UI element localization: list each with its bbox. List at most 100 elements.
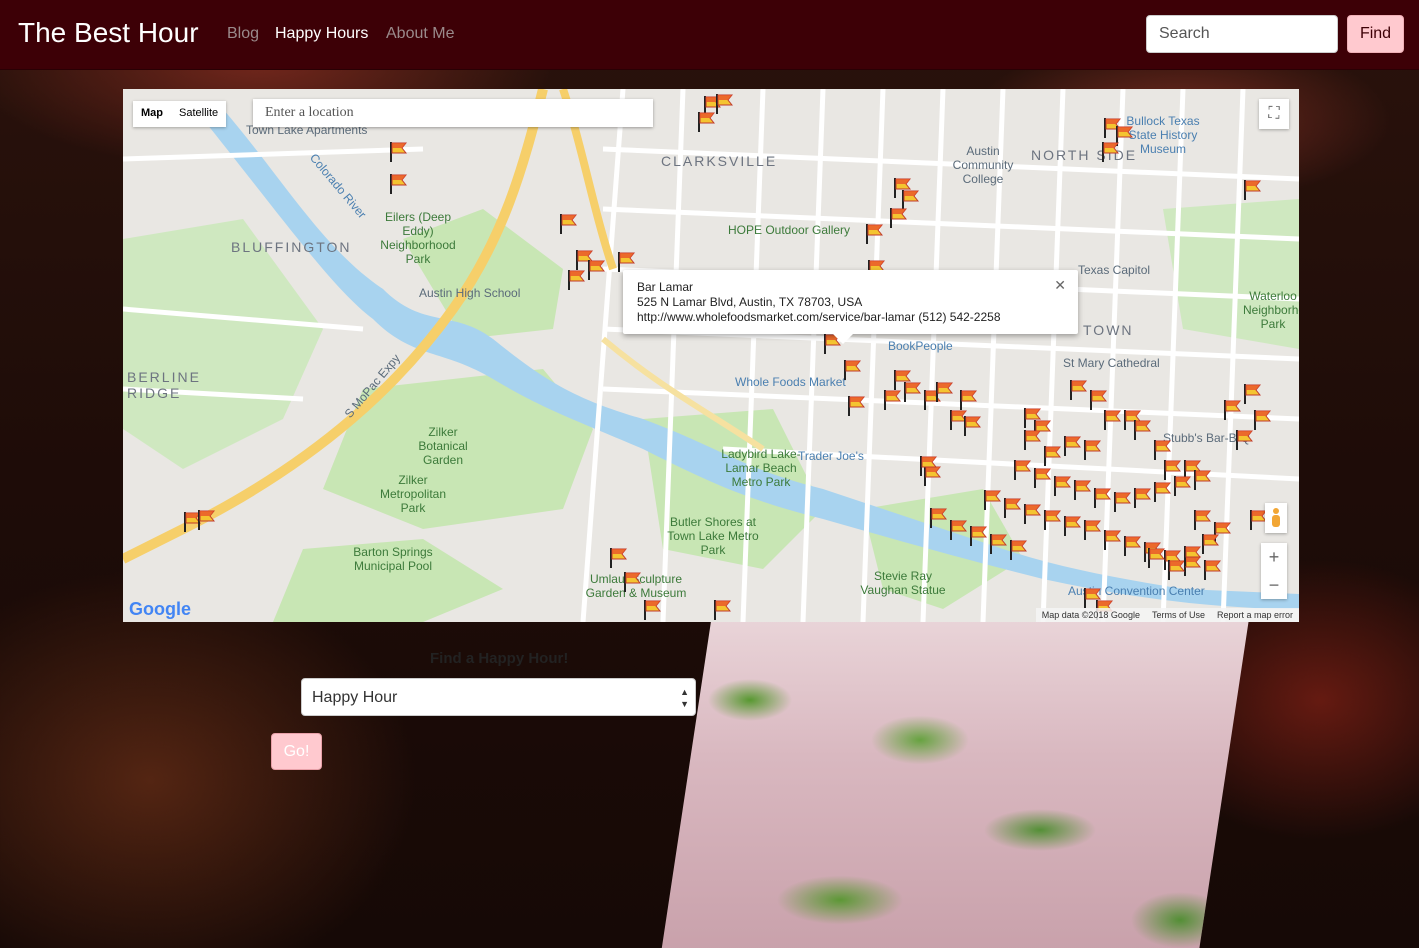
flag-icon[interactable] [623, 571, 642, 593]
terms-of-use-link[interactable]: Terms of Use [1152, 608, 1205, 622]
flag-icon[interactable] [1193, 469, 1212, 491]
nav-link-happy-hours[interactable]: Happy Hours [275, 25, 368, 43]
flag-icon[interactable] [1193, 509, 1212, 531]
flag-icon[interactable] [559, 213, 578, 235]
flag-icon[interactable] [1023, 429, 1042, 451]
select-value: Happy Hour [312, 689, 398, 706]
flag-icon[interactable] [1043, 509, 1062, 531]
map-label-ridge: RIDGE [127, 385, 182, 401]
flag-icon[interactable] [1033, 467, 1052, 489]
flag-icon[interactable] [1103, 409, 1122, 431]
flag-icon[interactable] [1101, 141, 1120, 163]
pegman-icon[interactable] [1265, 503, 1287, 533]
nav-link-blog[interactable]: Blog [227, 25, 259, 43]
map-canvas[interactable]: CLARKSVILLE BLUFFINGTON NORTH SIDE TOWN … [123, 89, 1299, 622]
flag-icon[interactable] [1073, 479, 1092, 501]
flag-icon[interactable] [1153, 439, 1172, 461]
flag-icon[interactable] [1243, 179, 1262, 201]
flag-icon[interactable] [1093, 487, 1112, 509]
flag-icon[interactable] [847, 395, 866, 417]
flag-icon[interactable] [1243, 383, 1262, 405]
map-type-map-button[interactable]: Map [133, 101, 171, 127]
flag-icon[interactable] [697, 111, 716, 133]
flag-icon[interactable] [1123, 535, 1142, 557]
search-input[interactable] [1146, 15, 1338, 53]
find-button[interactable]: Find [1347, 15, 1404, 53]
map-label-barton-springs: Barton Springs Municipal Pool [353, 545, 433, 573]
flag-icon[interactable] [1069, 379, 1088, 401]
flag-icon[interactable] [989, 533, 1008, 555]
flag-icon[interactable] [1235, 429, 1254, 451]
flag-icon[interactable] [949, 519, 968, 541]
flag-icon[interactable] [1173, 475, 1192, 497]
flag-icon[interactable] [963, 415, 982, 437]
flag-icon[interactable] [197, 509, 216, 531]
nav-link-about-me[interactable]: About Me [386, 25, 454, 43]
google-logo: Google [129, 599, 191, 619]
flag-icon[interactable] [1003, 497, 1022, 519]
flag-icon[interactable] [1203, 559, 1222, 581]
flag-icon[interactable] [1201, 533, 1220, 555]
map-label-clarksville: CLARKSVILLE [661, 153, 778, 169]
flag-icon[interactable] [883, 389, 902, 411]
zoom-in-button[interactable]: + [1261, 543, 1287, 571]
flag-icon[interactable] [1063, 435, 1082, 457]
flag-icon[interactable] [1083, 519, 1102, 541]
map-label-lady-bird: Ladybird Lake-Lamar Beach Metro Park [721, 447, 801, 489]
flag-icon[interactable] [1147, 547, 1166, 569]
flag-icon[interactable] [1223, 399, 1242, 421]
map-label-waterloo: Waterloo Neighborhood Park [1243, 289, 1299, 331]
flag-icon[interactable] [1043, 445, 1062, 467]
flag-icon[interactable] [935, 381, 954, 403]
brand-logo[interactable]: The Best Hour [18, 17, 199, 49]
flag-icon[interactable] [929, 507, 948, 529]
flag-icon[interactable] [1063, 515, 1082, 537]
close-icon[interactable]: ✕ [1054, 278, 1066, 293]
info-window-name: Bar Lamar [637, 280, 694, 294]
location-input[interactable] [253, 99, 653, 127]
flag-icon[interactable] [1133, 487, 1152, 509]
map-type-satellite-button[interactable]: Satellite [171, 101, 226, 127]
zoom-out-button[interactable]: − [1261, 571, 1287, 599]
flag-icon[interactable] [969, 525, 988, 547]
flag-icon[interactable] [713, 599, 732, 621]
map-label-texas-capitol: Texas Capitol [1078, 263, 1151, 277]
map-label-downtown: TOWN [1083, 322, 1134, 338]
flag-icon[interactable] [587, 259, 606, 281]
flag-icon[interactable] [1089, 389, 1108, 411]
report-map-error-link[interactable]: Report a map error [1217, 608, 1293, 622]
map-label-trader-joes: Trader Joe's [798, 449, 864, 463]
fullscreen-icon[interactable]: ⛶ [1259, 99, 1289, 129]
flag-icon[interactable] [1023, 503, 1042, 525]
flag-icon[interactable] [983, 489, 1002, 511]
map-label-acc: Austin Community College [952, 144, 1014, 186]
flag-icon[interactable] [567, 269, 586, 291]
flag-icon[interactable] [1153, 481, 1172, 503]
flag-icon[interactable] [919, 455, 938, 477]
flag-icon[interactable] [609, 547, 628, 569]
flag-icon[interactable] [1009, 539, 1028, 561]
flag-icon[interactable] [1253, 409, 1272, 431]
flag-icon[interactable] [1013, 459, 1032, 481]
flag-icon[interactable] [389, 173, 408, 195]
flag-icon[interactable] [889, 207, 908, 229]
flag-icon[interactable] [903, 381, 922, 403]
zoom-control: + − [1261, 543, 1287, 599]
flag-icon[interactable] [643, 599, 662, 621]
happy-hour-select[interactable]: Happy Hour ▲ ▼ [301, 678, 696, 716]
flag-icon[interactable] [1103, 529, 1122, 551]
flag-icon[interactable] [959, 389, 978, 411]
flag-icon[interactable] [843, 359, 862, 381]
flag-icon[interactable] [865, 223, 884, 245]
flag-icon[interactable] [1133, 419, 1152, 441]
flag-icon[interactable] [1083, 439, 1102, 461]
select-arrows-icon: ▲ ▼ [680, 687, 689, 709]
flag-icon[interactable] [1183, 545, 1202, 567]
flag-icon[interactable] [715, 93, 734, 115]
info-window-details: http://www.wholefoodsmarket.com/service/… [637, 310, 1001, 324]
flag-icon[interactable] [1113, 491, 1132, 513]
go-button[interactable]: Go! [271, 733, 322, 770]
flag-icon[interactable] [1053, 475, 1072, 497]
flag-icon[interactable] [389, 141, 408, 163]
map-label-stevie-ray: Stevie Ray Vaughan Statue [860, 569, 946, 597]
